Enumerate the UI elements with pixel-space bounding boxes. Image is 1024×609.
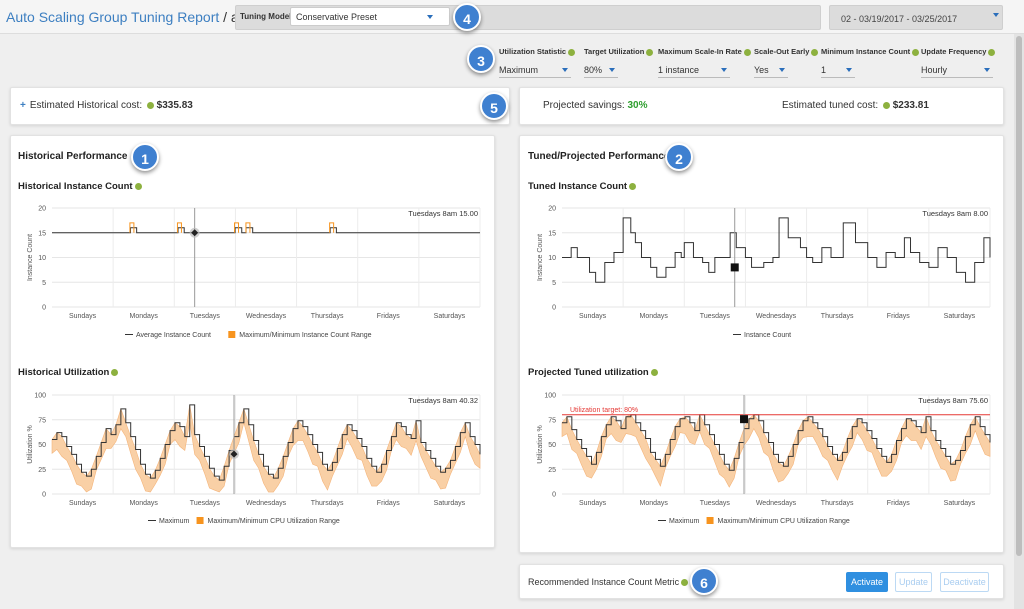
y-tick-label: 50 (38, 442, 46, 449)
y-axis-label: Instance Count (27, 234, 34, 281)
y-tick-label: 0 (42, 305, 46, 312)
y-tick-label: 10 (38, 255, 46, 262)
y-axis-label: Utilization % (27, 425, 34, 464)
y-axis-label: Instance Count (537, 234, 544, 281)
y-tick-label: 5 (552, 280, 556, 287)
y-tick-label: 75 (38, 417, 46, 424)
x-tick-label: Sundays (579, 313, 607, 320)
legend-label: Maximum/Minimum CPU Utilization Range (718, 518, 850, 525)
x-tick-label: Thursdays (311, 500, 344, 507)
series-line (562, 217, 991, 283)
util-range-band (51, 404, 481, 493)
x-tick-label: Saturdays (944, 500, 976, 507)
chart-tooltip: Tuesdays 8am 15.00 (408, 209, 478, 218)
legend-label: Average Instance Count (136, 332, 211, 339)
charts-layer: 0 5 10 15 20 Sundays Mondays Tuesdays Wednesdays… (27, 206, 991, 525)
y-tick-label: 5 (42, 280, 46, 287)
chart-tooltip: Tuesdays 8am 40.32 (408, 396, 478, 405)
x-tick-label: Thursdays (821, 313, 854, 320)
y-tick-label: 20 (38, 206, 46, 213)
y-tick-label: 25 (548, 467, 556, 474)
y-tick-label: 15 (548, 230, 556, 237)
y-tick-label: 0 (552, 492, 556, 499)
y-tick-label: 10 (548, 255, 556, 262)
x-tick-label: Saturdays (434, 500, 466, 507)
x-tick-label: Wednesdays (246, 500, 287, 507)
activate-button[interactable]: Activate (846, 572, 888, 592)
x-tick-label: Saturdays (944, 313, 976, 320)
chart-tooltip: Tuesdays 8am 8.00 (922, 209, 988, 218)
target-label: Utilization target: 80% (570, 407, 638, 414)
x-tick-label: Mondays (640, 313, 669, 320)
y-axis-label: Utilization % (537, 425, 544, 464)
x-tick-label: Mondays (640, 500, 669, 507)
x-tick-label: Wednesdays (756, 313, 797, 320)
legend-label: Maximum (159, 518, 190, 525)
legend-label: Instance Count (744, 332, 791, 339)
x-tick-label: Thursdays (311, 313, 344, 320)
y-tick-label: 50 (548, 442, 556, 449)
x-tick-label: Wednesdays (756, 500, 797, 507)
legend-swatch (196, 517, 204, 524)
y-tick-label: 0 (42, 492, 46, 499)
y-tick-label: 0 (552, 305, 556, 312)
x-tick-label: Tuesdays (700, 313, 731, 320)
x-tick-label: Fridays (887, 500, 910, 507)
recommendation-label: Recommended Instance Count Metric (528, 577, 689, 587)
x-tick-label: Fridays (377, 313, 400, 320)
x-tick-label: Tuesdays (190, 500, 221, 507)
legend-label: Maximum/Minimum CPU Utilization Range (208, 518, 340, 525)
x-tick-label: Wednesdays (246, 313, 287, 320)
update-button[interactable]: Update (895, 572, 932, 592)
x-tick-label: Mondays (130, 313, 159, 320)
y-tick-label: 15 (38, 230, 46, 237)
recommendation-label-text: Recommended Instance Count Metric (528, 577, 680, 587)
y-tick-label: 25 (38, 467, 46, 474)
hover-marker (730, 263, 739, 272)
y-tick-label: 75 (548, 417, 556, 424)
x-tick-label: Thursdays (821, 500, 854, 507)
y-tick-label: 100 (544, 393, 556, 400)
x-tick-label: Sundays (579, 500, 607, 507)
series-line (52, 227, 480, 234)
y-tick-label: 100 (34, 393, 46, 400)
x-tick-label: Tuesdays (190, 313, 221, 320)
legend-swatch (228, 331, 236, 338)
x-tick-label: Tuesdays (700, 500, 731, 507)
hover-marker (740, 415, 749, 424)
y-tick-label: 20 (548, 206, 556, 213)
x-tick-label: Sundays (69, 313, 97, 320)
x-tick-label: Fridays (887, 313, 910, 320)
x-tick-label: Saturdays (434, 313, 466, 320)
legend-label: Maximum (669, 518, 700, 525)
scrollbar-thumb[interactable] (1016, 36, 1022, 556)
legend-label: Maximum/Minimum Instance Count Range (239, 332, 371, 339)
deactivate-button[interactable]: Deactivate (940, 572, 989, 592)
chart-tooltip: Tuesdays 8am 75.60 (918, 396, 988, 405)
badge-6: 6 (690, 567, 718, 595)
legend-swatch (706, 517, 714, 524)
x-tick-label: Fridays (377, 500, 400, 507)
x-tick-label: Sundays (69, 500, 97, 507)
x-tick-label: Mondays (130, 500, 159, 507)
info-icon[interactable] (681, 579, 689, 587)
